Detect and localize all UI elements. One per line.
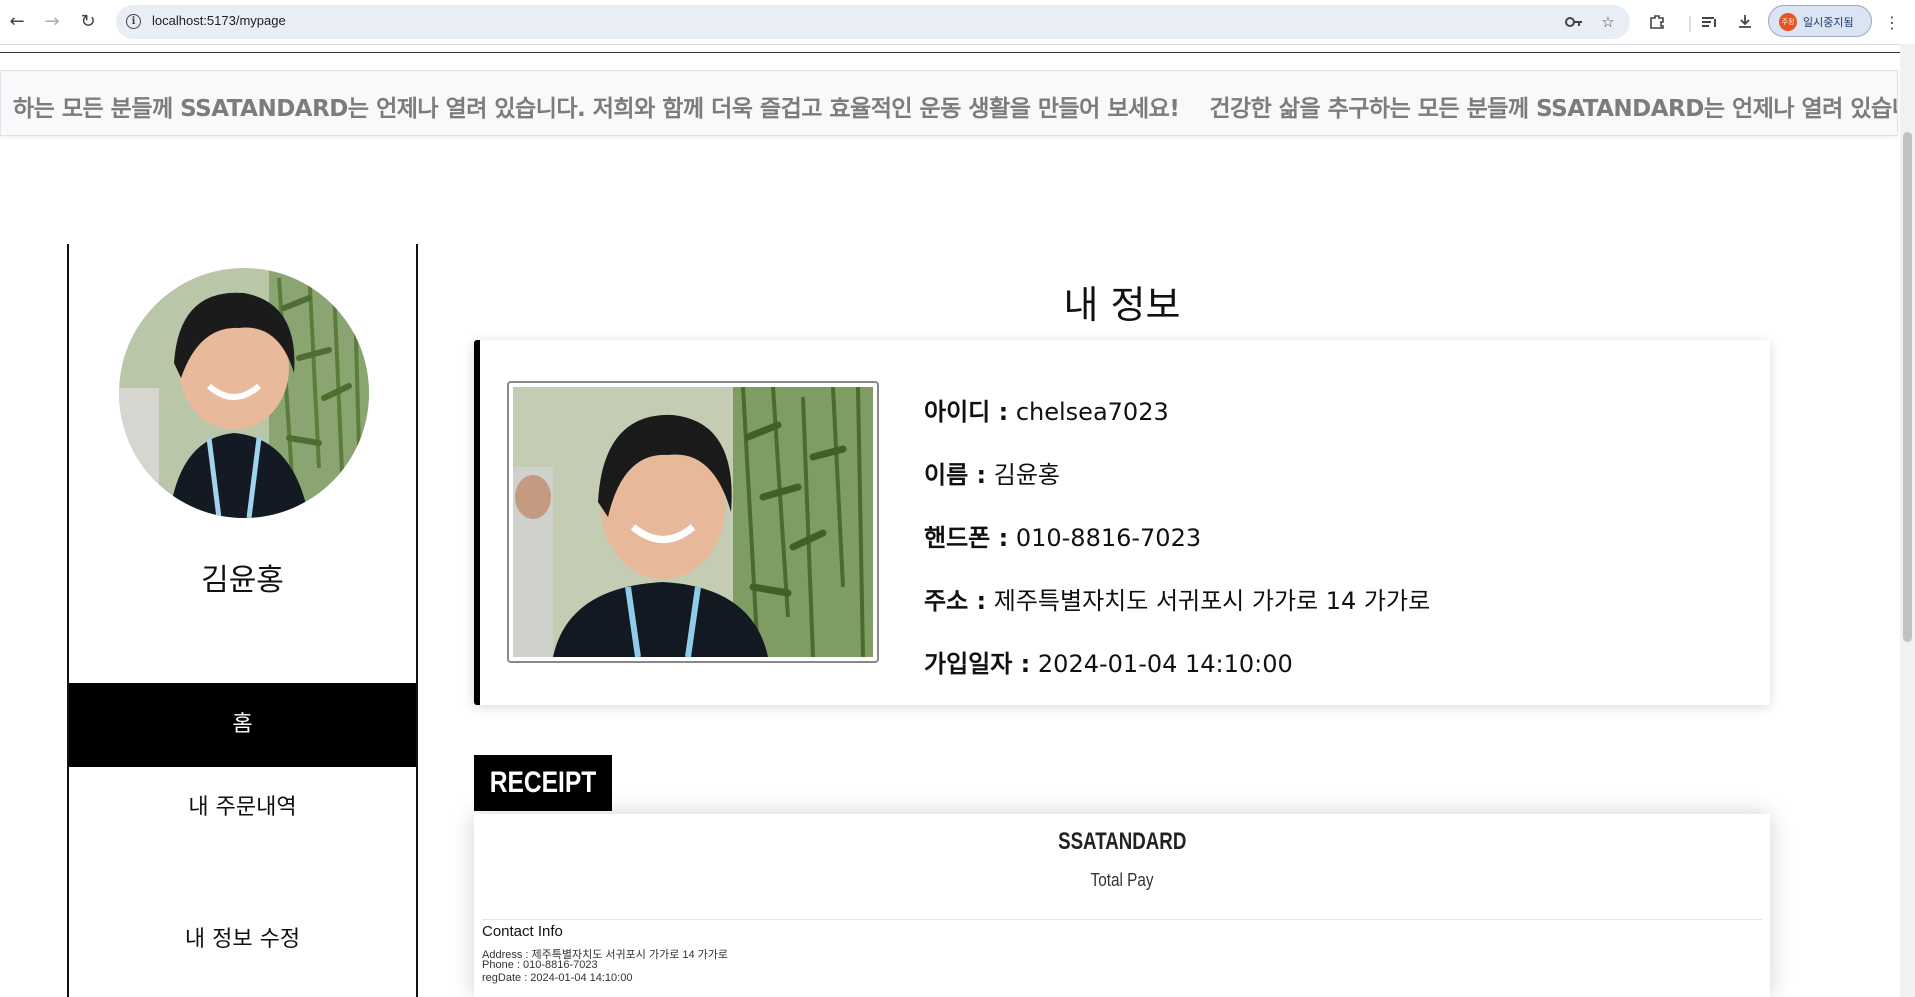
info-value: 제주특별자치도 서귀포시 가가로 14 가가로 <box>986 587 1431 615</box>
contact-phone: Phone : 010-8816-7023 <box>482 959 598 971</box>
scrollbar-thumb[interactable] <box>1903 132 1912 642</box>
reload-icon[interactable]: ↻ <box>76 10 100 34</box>
mypage-sidebar: 김윤홍 홈 내 주문내역 내 정보 수정 <box>67 244 418 997</box>
banner-text-segment: 건강한 삶을 추구하는 모든 분들께 SSATANDARD는 언제나 열려 있습… <box>1209 96 1898 122</box>
site-info-icon[interactable]: i <box>126 14 141 29</box>
info-label: 주소 : <box>924 587 987 615</box>
address-bar[interactable]: i localhost:5173/mypage ☆ <box>116 5 1630 39</box>
info-row-phone: 핸드폰 : 010-8816-7023 <box>924 518 1201 553</box>
info-value: 2024-01-04 14:10:00 <box>1030 650 1293 678</box>
address-bar-url[interactable]: localhost:5173/mypage <box>152 13 286 28</box>
info-label: 핸드폰 : <box>924 524 1009 552</box>
password-key-icon[interactable] <box>1564 13 1584 31</box>
info-row-id: 아이디 : chelsea7023 <box>924 392 1169 427</box>
profile-photo <box>507 381 879 663</box>
announcement-banner: 하는 모든 분들께 SSATANDARD는 언제나 열려 있습니다. 저희와 함… <box>0 70 1898 136</box>
info-row-name: 이름 : 김윤홍 <box>924 455 1060 490</box>
info-label: 가입일자 : <box>924 650 1031 678</box>
contact-reg-date: regDate : 2024-01-04 14:10:00 <box>482 972 633 984</box>
profile-status-label: 일시중지됨 <box>1803 16 1854 29</box>
sidebar-user-name: 김윤홍 <box>201 563 284 598</box>
sidebar-item-my-orders[interactable]: 내 주문내역 <box>69 766 416 850</box>
receipt-total-text: Total Pay <box>1090 870 1154 890</box>
receipt-store-name-text: SSATANDARD <box>1057 828 1187 855</box>
receipt-tab-label: RECEIPT <box>489 766 597 799</box>
profile-photo-avatar <box>119 268 369 518</box>
banner-text: 하는 모든 분들께 SSATANDARD는 언제나 열려 있습니다. 저희와 함… <box>13 89 1898 123</box>
receipt-card: SSATANDARD Total Pay Contact Info Addres… <box>474 814 1770 997</box>
browser-toolbar: ← → ↻ i localhost:5173/mypage ☆ | 주정 일시중… <box>0 0 1915 45</box>
contact-info-title: Contact Info <box>482 923 563 940</box>
info-row-address: 주소 : 제주특별자치도 서귀포시 가가로 14 가가로 <box>924 581 1430 616</box>
receipt-store-name: SSATANDARD <box>474 828 1770 856</box>
kebab-menu-icon[interactable]: ⋮ <box>1880 10 1904 34</box>
forward-arrow-icon[interactable]: → <box>40 10 64 34</box>
profile-info-card: 아이디 : chelsea7023 이름 : 김윤홍 핸드폰 : 010-881… <box>474 340 1770 705</box>
profile-avatar: 주정 <box>1779 13 1797 31</box>
banner-text-segment: 하는 모든 분들께 SSATANDARD는 언제나 열려 있습니다. 저희와 함… <box>13 96 1180 122</box>
extensions-icon[interactable] <box>1645 10 1669 34</box>
back-arrow-icon[interactable]: ← <box>5 10 29 34</box>
page-title: 내 정보 <box>1063 283 1181 327</box>
sidebar-item-home[interactable]: 홈 <box>69 683 416 767</box>
sidebar-item-edit-profile[interactable]: 내 정보 수정 <box>69 898 416 982</box>
header-divider <box>0 52 1900 53</box>
info-value: 010-8816-7023 <box>1008 524 1202 552</box>
download-icon[interactable] <box>1733 10 1757 34</box>
bookmark-star-icon[interactable]: ☆ <box>1598 13 1618 31</box>
receipt-total-label: Total Pay <box>474 870 1770 891</box>
page-scrollbar[interactable] <box>1900 44 1915 997</box>
info-value: chelsea7023 <box>1008 398 1169 426</box>
receipt-tab: RECEIPT <box>474 755 612 811</box>
profile-chip[interactable]: 주정 일시중지됨 <box>1768 5 1872 37</box>
info-label: 이름 : <box>924 461 987 489</box>
receipt-divider <box>482 919 1762 920</box>
reading-list-icon[interactable] <box>1698 10 1722 34</box>
info-label: 아이디 : <box>924 398 1009 426</box>
info-row-join-date: 가입일자 : 2024-01-04 14:10:00 <box>924 644 1293 679</box>
info-value: 김윤홍 <box>986 461 1060 489</box>
